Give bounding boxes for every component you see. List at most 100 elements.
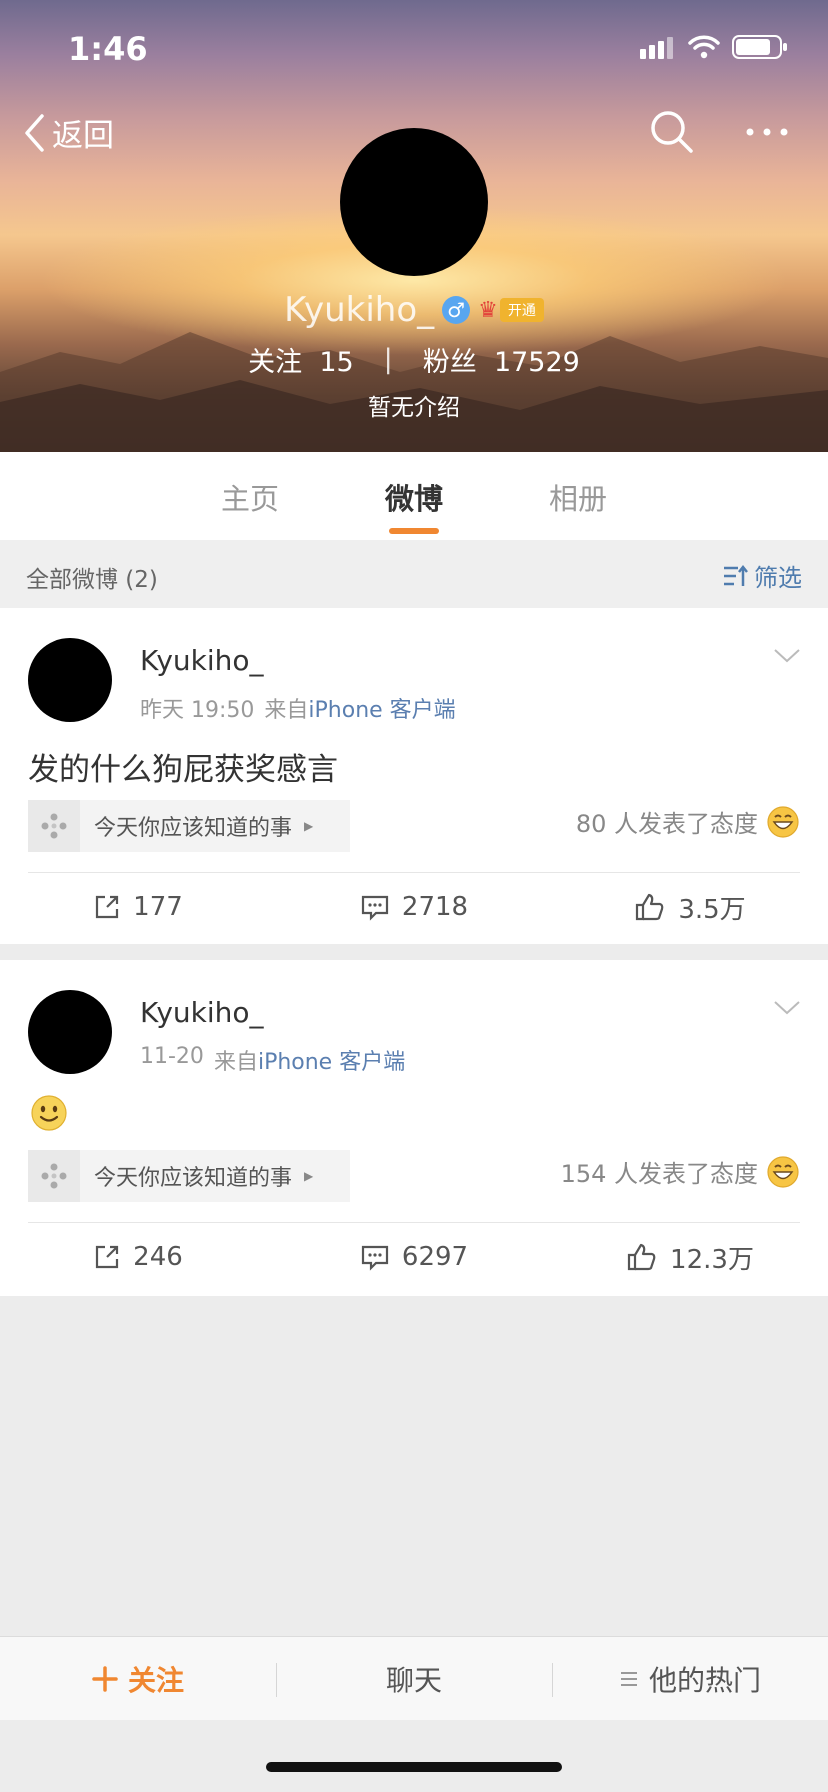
cellular-signal-icon	[640, 37, 673, 59]
vip-badge[interactable]: ♛ 开通	[478, 298, 544, 323]
post-source-prefix: 来自	[264, 698, 309, 723]
tab-weibo[interactable]: 微博	[332, 452, 496, 540]
post-actions: 246 6297 12.3万	[0, 1224, 828, 1290]
chevron-down-icon[interactable]	[772, 646, 802, 666]
post-author-name[interactable]: Kyukiho_	[140, 644, 264, 677]
topic-chip[interactable]: 今天你应该知道的事 ▶	[28, 1150, 350, 1202]
reaction-text: 80 人发表了态度	[575, 810, 758, 838]
post-card[interactable]: Kyukiho_ 昨天 19:50 来自iPhone 客户端 发的什么狗屁获奖感…	[0, 608, 828, 944]
post-source-link[interactable]: iPhone 客户端	[308, 698, 455, 723]
filter-label: 筛选	[754, 564, 802, 592]
crown-icon: ♛	[478, 297, 498, 323]
laughing-emoji-icon	[767, 1155, 799, 1188]
plus-icon	[92, 1665, 118, 1692]
thumbs-up-icon	[636, 893, 664, 921]
card-divider	[28, 1222, 800, 1223]
back-label: 返回	[52, 118, 114, 154]
comment-button[interactable]: 2718	[276, 874, 552, 940]
profile-stats: 关注 15 | 粉丝 17529	[0, 340, 828, 379]
profile-tabs: 主页 微博 相册	[0, 452, 828, 540]
comment-count: 6297	[401, 1242, 469, 1272]
fans-stat-label: 粉丝	[422, 347, 477, 378]
topic-label: 今天你应该知道的事	[94, 1166, 293, 1191]
filter-button[interactable]: 筛选	[722, 558, 802, 593]
comment-icon	[361, 895, 389, 921]
profile-header-banner: 1:46 返回 Kyukiho_ ♂ ♛ 开通 关注 15 | 粉丝 17529…	[0, 0, 828, 452]
repost-button[interactable]: 246	[0, 1224, 276, 1290]
topic-label: 今天你应该知道的事	[94, 816, 293, 841]
post-source-prefix: 来自	[213, 1050, 258, 1075]
vip-label: 开通	[499, 298, 544, 322]
tab-album-label: 相册	[548, 482, 607, 516]
chat-button[interactable]: 聊天	[276, 1637, 552, 1720]
topic-icon	[28, 1150, 80, 1202]
post-card[interactable]: Kyukiho_ 11-20 来自iPhone 客户端 今天你应该知道的事 ▶ …	[0, 960, 828, 1296]
comment-button[interactable]: 6297	[276, 1224, 552, 1290]
post-meta: 昨天 19:50 来自iPhone 客户端	[140, 692, 456, 724]
all-posts-title: 全部微博 (2)	[26, 567, 158, 593]
hot-posts-label: 他的热门	[648, 1663, 761, 1697]
topic-chip[interactable]: 今天你应该知道的事 ▶	[28, 800, 350, 852]
post-text: 发的什么狗屁获奖感言	[28, 752, 338, 788]
male-icon: ♂	[442, 296, 471, 324]
chat-button-label: 聊天	[385, 1663, 442, 1697]
like-button[interactable]: 12.3万	[552, 1224, 828, 1290]
follow-stat-count: 15	[319, 347, 354, 378]
bottom-action-bar: 关注 聊天 他的热门	[0, 1636, 828, 1720]
repost-count: 246	[133, 1242, 183, 1272]
follow-stat[interactable]: 关注 15	[248, 340, 354, 379]
post-actions: 177 2718 3.5万	[0, 874, 828, 940]
share-icon	[96, 895, 119, 919]
profile-avatar[interactable]	[340, 128, 488, 276]
comment-icon	[361, 1245, 389, 1271]
post-meta: 11-20 来自iPhone 客户端	[140, 1044, 405, 1076]
back-button[interactable]: 返回	[22, 110, 114, 155]
post-time: 昨天 19:50	[140, 698, 255, 723]
caret-right-icon: ▶	[304, 819, 314, 833]
share-icon	[96, 1245, 119, 1269]
hot-posts-button[interactable]: 他的热门	[552, 1637, 828, 1720]
status-icons	[640, 34, 788, 60]
tab-album[interactable]: 相册	[496, 452, 660, 540]
chevron-left-icon	[25, 113, 44, 152]
profile-name-row: Kyukiho_ ♂ ♛ 开通	[0, 290, 828, 330]
battery-icon	[732, 35, 787, 59]
comment-count: 2718	[401, 892, 469, 922]
stat-divider: |	[383, 344, 393, 375]
list-icon	[620, 1671, 637, 1686]
repost-count: 177	[133, 892, 183, 922]
post-source-link[interactable]: iPhone 客户端	[258, 1050, 405, 1075]
reaction-summary[interactable]: 80 人发表了态度	[576, 804, 800, 839]
reaction-text: 154 人发表了态度	[560, 1160, 758, 1188]
tab-weibo-label: 微博	[384, 482, 443, 516]
search-icon[interactable]	[648, 108, 696, 156]
follow-button-label: 关注	[127, 1663, 184, 1697]
smile-emoji-icon	[31, 1095, 67, 1131]
fans-stat-count: 17529	[493, 347, 580, 378]
post-author-avatar[interactable]	[28, 990, 112, 1074]
topic-icon	[28, 800, 80, 852]
like-button[interactable]: 3.5万	[552, 874, 828, 940]
wifi-icon	[688, 35, 720, 59]
laughing-emoji-icon	[767, 805, 799, 838]
follow-button[interactable]: 关注	[0, 1637, 276, 1720]
active-tab-indicator	[389, 528, 439, 534]
post-author-avatar[interactable]	[28, 638, 112, 722]
profile-bio: 暂无介绍	[368, 395, 460, 421]
filter-icon	[724, 564, 748, 586]
post-author-name[interactable]: Kyukiho_	[140, 996, 264, 1029]
thumbs-up-icon	[627, 1243, 656, 1271]
home-indicator[interactable]	[266, 1762, 562, 1772]
chevron-down-icon[interactable]	[772, 998, 802, 1018]
posts-section-header: 全部微博 (2) 筛选	[0, 540, 828, 608]
profile-name: Kyukiho_	[284, 290, 435, 330]
fans-stat[interactable]: 粉丝 17529	[423, 340, 580, 379]
post-time: 11-20	[140, 1044, 204, 1069]
reaction-summary[interactable]: 154 人发表了态度	[561, 1154, 800, 1189]
follow-stat-label: 关注	[248, 347, 303, 378]
repost-button[interactable]: 177	[0, 874, 276, 940]
like-count: 12.3万	[670, 1244, 754, 1275]
more-icon[interactable]	[742, 112, 792, 152]
caret-right-icon: ▶	[304, 1169, 314, 1183]
tab-home[interactable]: 主页	[168, 452, 332, 540]
